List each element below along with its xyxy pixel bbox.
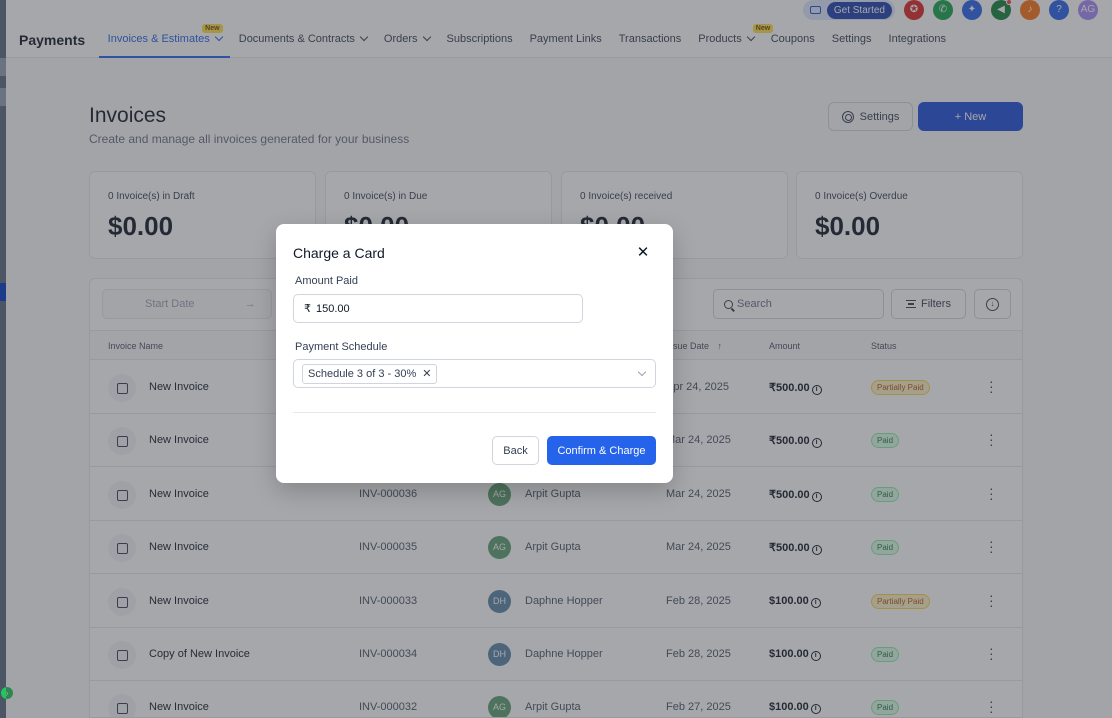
amount-value: 150.00 <box>316 302 350 315</box>
chevron-down-icon[interactable] <box>637 367 647 377</box>
amount-paid-input[interactable]: ₹ 150.00 <box>293 294 583 323</box>
back-button[interactable]: Back <box>492 436 539 465</box>
amount-paid-label: Amount Paid <box>295 275 358 287</box>
close-icon[interactable]: ✕ <box>636 245 650 260</box>
modal-title: Charge a Card <box>293 245 385 261</box>
modal-divider <box>293 412 656 413</box>
payment-schedule-label: Payment Schedule <box>295 341 388 353</box>
payment-schedule-select[interactable]: Schedule 3 of 3 - 30% ✕ <box>293 359 656 388</box>
currency-symbol: ₹ <box>304 303 311 315</box>
schedule-tag: Schedule 3 of 3 - 30% ✕ <box>302 364 438 384</box>
schedule-tag-label: Schedule 3 of 3 - 30% <box>308 368 417 380</box>
remove-tag-icon[interactable]: ✕ <box>422 365 431 383</box>
confirm-charge-button[interactable]: Confirm & Charge <box>547 436 656 465</box>
charge-card-modal: Charge a Card ✕ Amount Paid ₹ 150.00 Pay… <box>276 224 673 483</box>
